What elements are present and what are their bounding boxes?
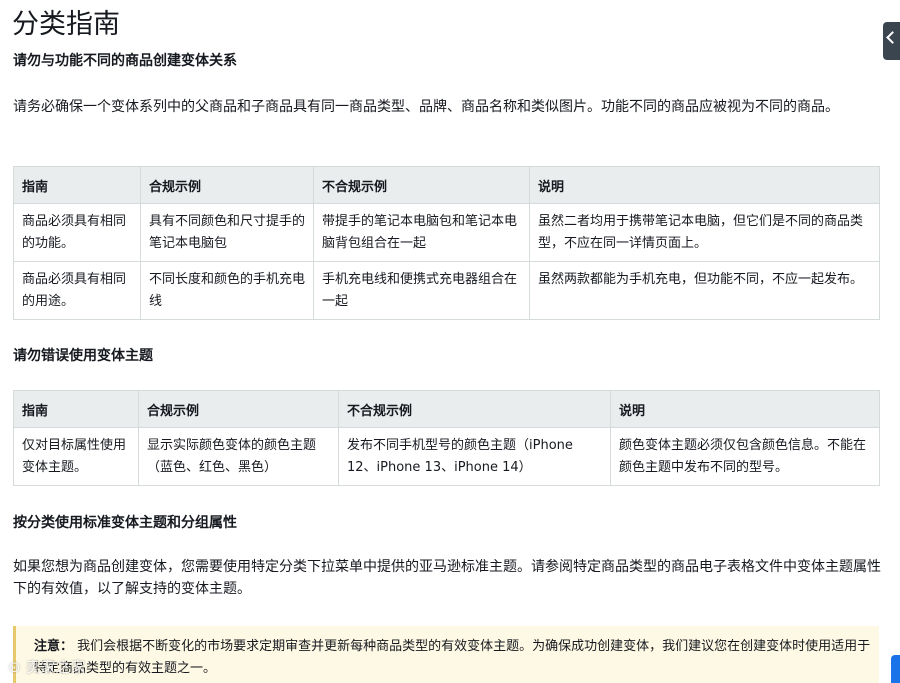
note-label: 注意： xyxy=(34,639,74,654)
table-cell: 带提手的笔记本电脑包和笔记本电脑背包组合在一起 xyxy=(313,203,530,262)
section1-intro: 请务必确保一个变体系列中的父商品和子商品具有同一商品类型、品牌、商品名称和类似图… xyxy=(13,99,839,115)
table-cell: 颜色变体主题必须仅包含颜色信息。不能在颜色主题中发布不同的型号。 xyxy=(610,427,880,486)
section3-heading: 按分类使用标准变体主题和分组属性 xyxy=(13,515,237,531)
table-row: 商品必须具有相同的功能。 具有不同颜色和尺寸提手的笔记本电脑包 带提手的笔记本电… xyxy=(13,203,880,262)
column-header: 合规示例 xyxy=(140,166,314,204)
column-header: 不合规示例 xyxy=(313,166,530,204)
note-text: 我们会根据不断变化的市场要求定期审查并更新每种商品类型的有效变体主题。为确保成功… xyxy=(34,639,871,676)
table-cell: 不同长度和颜色的手机充电线 xyxy=(140,261,314,320)
side-panel-toggle[interactable] xyxy=(883,22,900,60)
table-cell: 显示实际颜色变体的颜色主题（蓝色、红色、黑色） xyxy=(138,427,339,486)
table-cell: 仅对目标属性使用变体主题。 xyxy=(13,427,139,486)
guideline-table-1: 指南 合规示例 不合规示例 说明 商品必须具有相同的功能。 具有不同颜色和尺寸提… xyxy=(13,166,880,320)
table-cell: 手机充电线和便携式充电器组合在一起 xyxy=(313,261,530,320)
column-header: 说明 xyxy=(610,390,880,428)
corner-widget[interactable] xyxy=(891,655,900,683)
chevron-left-icon xyxy=(886,31,899,44)
table-cell: 商品必须具有相同的功能。 xyxy=(13,203,141,262)
table-row: 仅对目标属性使用变体主题。 显示实际颜色变体的颜色主题（蓝色、红色、黑色） 发布… xyxy=(13,427,880,486)
table-cell: 虽然两款都能为手机充电，但功能不同，不应一起发布。 xyxy=(529,261,880,320)
section2-heading: 请勿错误使用变体主题 xyxy=(13,348,153,364)
column-header: 说明 xyxy=(529,166,880,204)
section1-heading: 请勿与功能不同的商品创建变体关系 xyxy=(13,53,237,69)
table-header-row: 指南 合规示例 不合规示例 说明 xyxy=(13,390,880,428)
column-header: 不合规示例 xyxy=(338,390,611,428)
table-cell: 具有不同颜色和尺寸提手的笔记本电脑包 xyxy=(140,203,314,262)
column-header: 指南 xyxy=(13,166,141,204)
table-cell: 虽然二者均用于携带笔记本电脑，但它们是不同的商品类型，不应在同一详情页面上。 xyxy=(529,203,880,262)
column-header: 指南 xyxy=(13,390,139,428)
table-cell: 商品必须具有相同的用途。 xyxy=(13,261,141,320)
column-header: 合规示例 xyxy=(138,390,339,428)
table-header-row: 指南 合规示例 不合规示例 说明 xyxy=(13,166,880,204)
table-row: 商品必须具有相同的用途。 不同长度和颜色的手机充电线 手机充电线和便携式充电器组… xyxy=(13,261,880,320)
page-title: 分类指南 xyxy=(12,9,120,40)
watermark-text: ⊙ 卖家之家 xyxy=(8,658,86,676)
guideline-table-2: 指南 合规示例 不合规示例 说明 仅对目标属性使用变体主题。 显示实际颜色变体的… xyxy=(13,390,880,486)
note-callout: 注意： 我们会根据不断变化的市场要求定期审查并更新每种商品类型的有效变体主题。为… xyxy=(13,626,879,683)
section3-body: 如果您想为商品创建变体，您需要使用特定分类下拉菜单中提供的亚马逊标准主题。请参阅… xyxy=(13,559,881,597)
table-cell: 发布不同手机型号的颜色主题（iPhone 12、iPhone 13、iPhone… xyxy=(338,427,611,486)
help-page: 分类指南 请勿与功能不同的商品创建变体关系 请务必确保一个变体系列中的父商品和子… xyxy=(0,0,900,683)
